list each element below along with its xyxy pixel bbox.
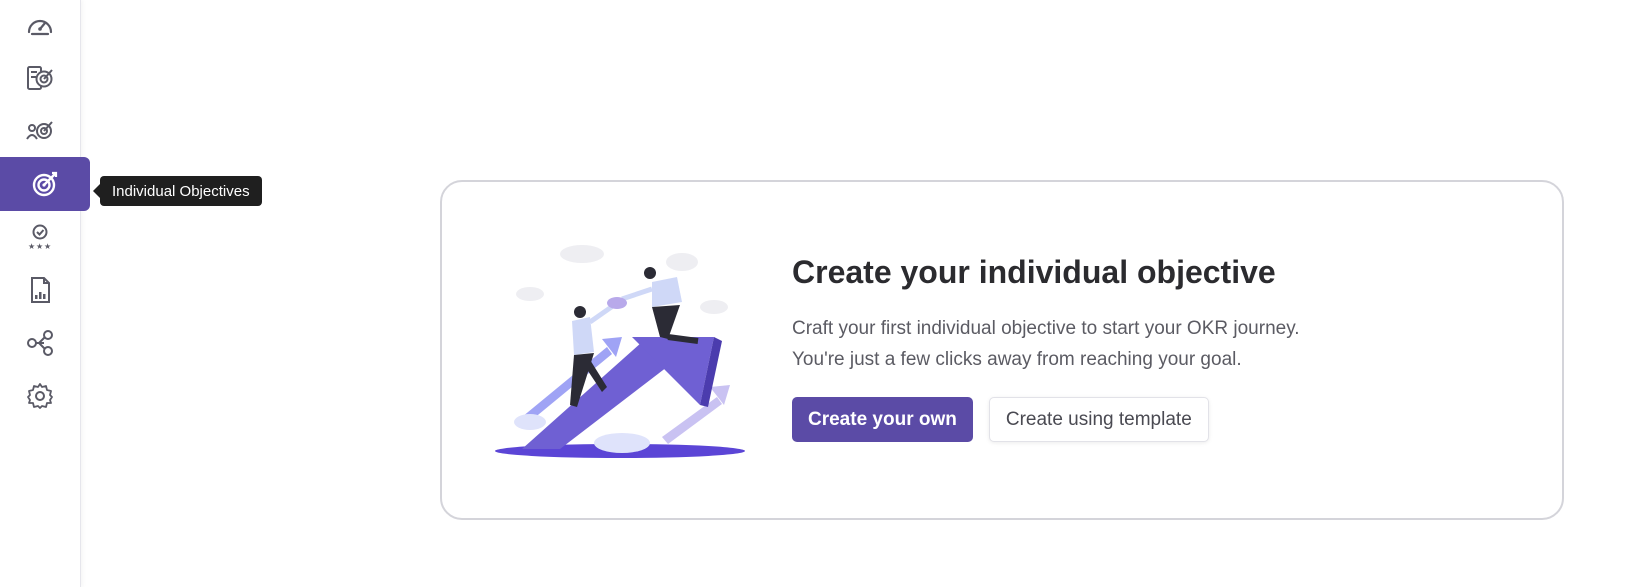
reports-icon bbox=[31, 277, 50, 303]
empty-state-card: Create your individual objective Craft y… bbox=[440, 180, 1564, 520]
empty-state-content: Create your individual objective Craft y… bbox=[792, 254, 1492, 442]
nav-dashboard[interactable] bbox=[0, 0, 80, 54]
svg-text:★: ★ bbox=[44, 242, 51, 251]
nav-team-objectives[interactable] bbox=[0, 104, 80, 158]
svg-text:★: ★ bbox=[28, 242, 35, 251]
empty-state-description-line1: Craft your first individual objective to… bbox=[792, 318, 1300, 339]
team-objectives-icon bbox=[26, 121, 53, 140]
sidebar: ★ ★ ★ bbox=[0, 0, 90, 587]
svg-text:★: ★ bbox=[36, 242, 43, 251]
nav-individual-objectives[interactable] bbox=[0, 157, 90, 211]
nav-company-objectives[interactable] bbox=[0, 51, 80, 105]
company-objectives-icon bbox=[27, 66, 53, 90]
nav-tooltip: Individual Objectives bbox=[93, 176, 262, 206]
tooltip-label: Individual Objectives bbox=[112, 182, 250, 200]
create-using-template-button[interactable]: Create using template bbox=[988, 397, 1209, 442]
people-climbing-arrow-illustration bbox=[495, 245, 745, 458]
nav-reports[interactable] bbox=[0, 263, 80, 317]
alignment-network-icon bbox=[27, 330, 53, 356]
nav-achievements[interactable]: ★ ★ ★ bbox=[0, 210, 80, 264]
individual-objectives-icon bbox=[32, 171, 58, 197]
empty-state-description-line2: You're just a few clicks away from reach… bbox=[792, 349, 1242, 370]
empty-state-title: Create your individual objective bbox=[792, 254, 1276, 290]
settings-gear-icon bbox=[27, 383, 53, 409]
achievements-icon: ★ ★ ★ bbox=[28, 224, 51, 251]
nav-alignment[interactable] bbox=[0, 316, 80, 370]
empty-state-actions: Create your own Create using template bbox=[792, 397, 1492, 442]
create-your-own-button[interactable]: Create your own bbox=[792, 397, 973, 442]
dashboard-gauge-icon bbox=[27, 19, 53, 36]
nav-settings[interactable] bbox=[0, 369, 80, 423]
